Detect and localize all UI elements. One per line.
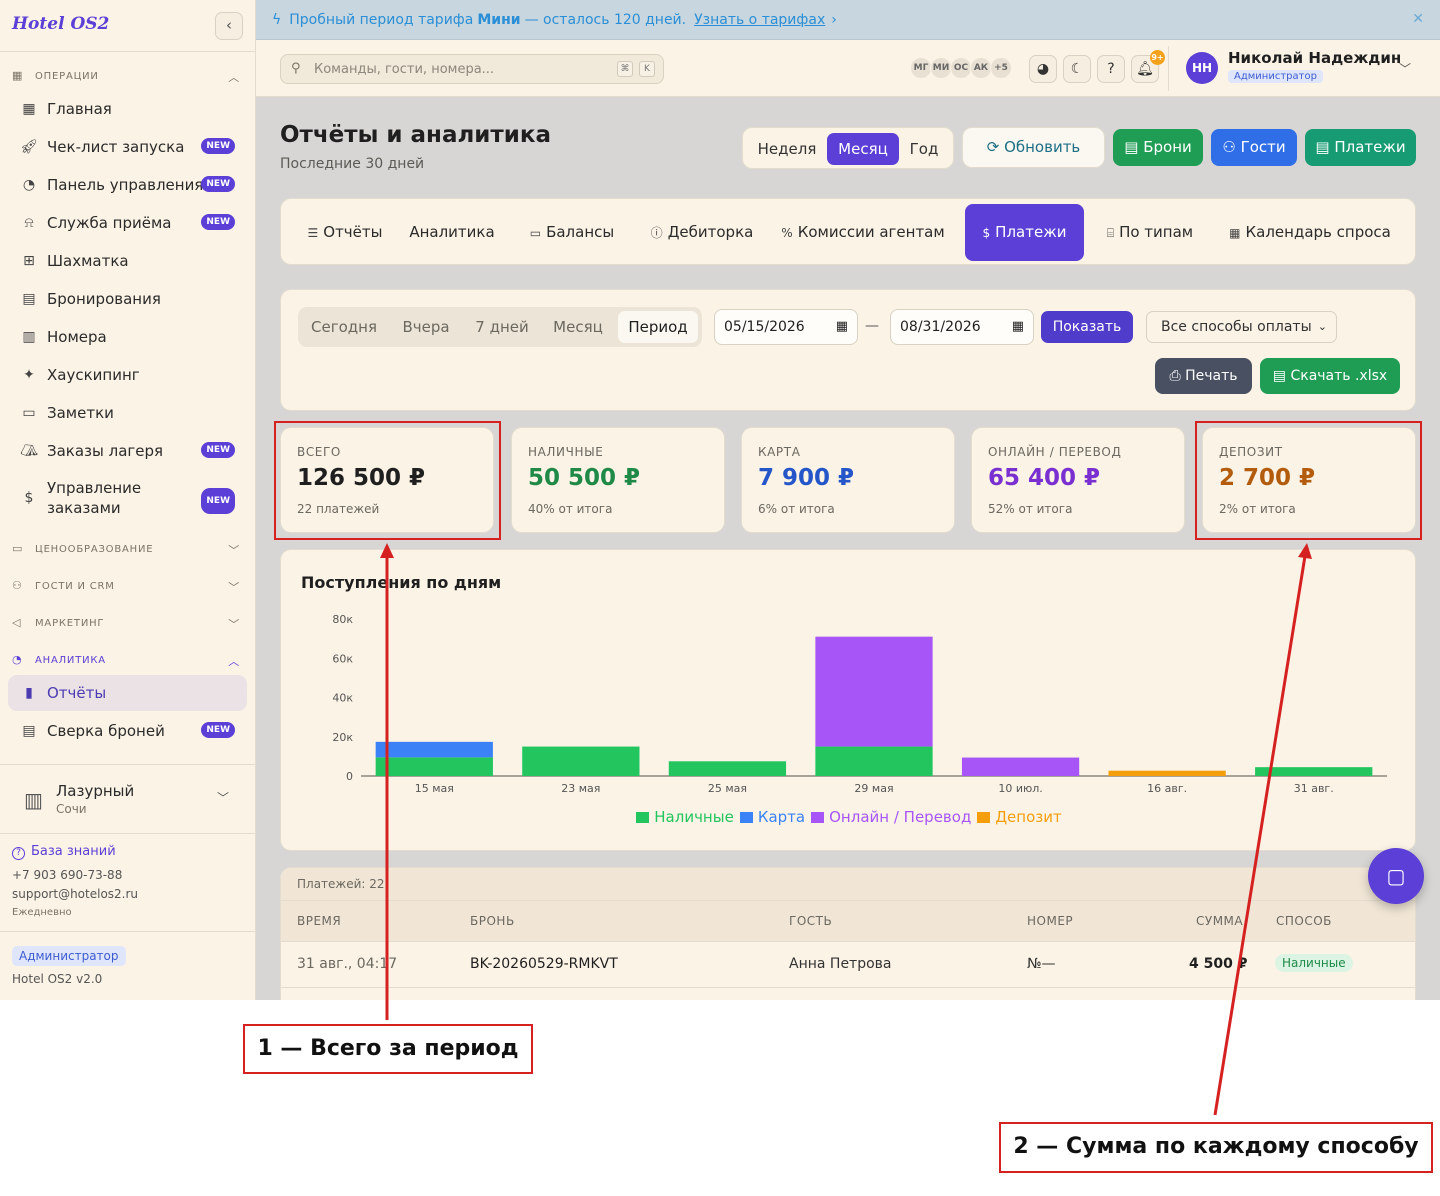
- callout-per-method: 2 — Сумма по каждому способу: [999, 1122, 1433, 1173]
- arrow-head-2: [1298, 543, 1312, 559]
- callout-total: 1 — Всего за период: [243, 1024, 533, 1074]
- arrow-head-1: [380, 543, 394, 558]
- annotation-arrows: [380, 543, 1312, 1116]
- arrow-line-2: [1213, 555, 1307, 1116]
